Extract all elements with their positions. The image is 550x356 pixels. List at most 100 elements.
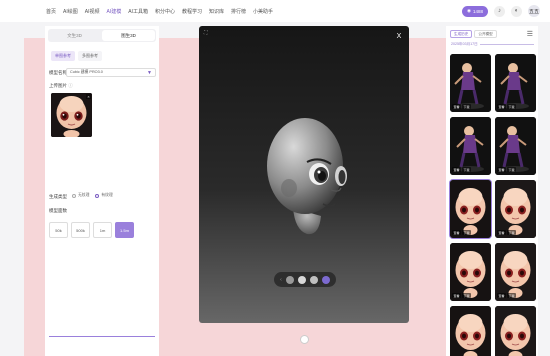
nav-item[interactable]: AI工具箱 [128,8,148,15]
reference-tabs: 单图参考 多图参考 [51,51,102,61]
remove-image-icon[interactable]: × [86,94,91,99]
radio-dot-icon [95,193,100,198]
uploaded-image-preview [51,93,92,137]
history-card[interactable]: 查看 下载 [450,117,491,175]
history-card[interactable] [450,306,491,356]
card-action-button[interactable]: 下载 [507,293,517,298]
nav-item[interactable]: 小美助手 [253,8,273,15]
card-action-button[interactable]: 下载 [462,230,472,235]
face-count-button[interactable]: 500k [71,222,90,238]
card-action-button[interactable]: 下载 [507,230,517,235]
card-action-button[interactable]: 查看 [452,293,462,298]
gen-type-radios: 无纹理 有纹理 [72,193,113,198]
card-actions: 查看 下载 [497,167,517,172]
mode-tab[interactable]: 文生3D [48,29,101,42]
reference-tab[interactable]: 单图参考 [51,51,75,61]
chevron-down-icon: ▼ [147,70,152,76]
material-swatch[interactable] [297,275,306,284]
history-card[interactable]: 查看 下载 [495,180,536,238]
material-switcher: ‹ [274,272,336,287]
face-count-label: 模型面数 [49,208,67,213]
history-card[interactable]: 查看 下载 [450,54,491,112]
card-action-button[interactable]: 下载 [462,104,472,109]
history-card[interactable]: 查看 下载 [449,179,492,239]
card-actions: 查看 下载 [452,293,472,298]
card-action-button[interactable]: 查看 [497,167,507,172]
card-actions: 查看 下载 [452,230,472,235]
gen-type-label-text: 有纹理 [101,193,113,197]
card-actions: 查看 下载 [497,230,517,235]
model-viewer[interactable]: ⛶ X ‹ [199,26,409,323]
nav-item[interactable]: AI视频 [85,8,100,15]
mode-tab[interactable]: 图生3D [102,30,155,41]
nav-item[interactable]: 首页 [46,8,56,15]
history-tabs: 生成历史 公开模型 [450,30,497,38]
model-select[interactable]: Cubic 建模 PRO3.0 ▼ [66,68,156,77]
grid-row: 查看 下载 查看 下载 [449,179,536,239]
card-action-button[interactable]: 查看 [452,104,462,109]
nav-item[interactable]: AI绘图 [63,8,78,15]
card-action-button[interactable]: 下载 [462,167,472,172]
history-card[interactable]: 查看 下载 [495,243,536,301]
nav-item[interactable]: 教程学习 [182,8,202,15]
loading-indicator-icon [300,335,309,344]
history-grid: 查看 下载 查看 下载 查看 下载 查看 下载 查看 下载 查看 下载 查看 下… [449,54,536,356]
nav-item[interactable]: AI建模 [106,8,121,15]
material-swatch[interactable] [321,275,330,284]
gen-type-label-text: 无纹理 [78,193,90,197]
bell-icon[interactable]: ♪ [494,5,505,17]
face-count-button[interactable]: 1m [93,222,112,238]
card-actions: 查看 下载 [452,167,472,172]
grid-row: 查看 下载 查看 下载 [450,117,536,175]
radio-dot-icon [72,193,76,198]
mode-tabs: 文生3D 图生3D [48,29,156,42]
card-actions: 查看 下载 [497,104,517,109]
uploaded-image[interactable]: × [51,93,92,137]
card-action-button[interactable]: 下载 [507,167,517,172]
nav-item[interactable]: 知识库 [209,8,224,15]
nav-item[interactable]: 积分中心 [155,8,175,15]
card-actions: 查看 下载 [497,293,517,298]
card-action-button[interactable]: 查看 [497,104,507,109]
expand-icon[interactable]: ⛶ [204,30,212,38]
card-action-button[interactable]: 查看 [497,230,507,235]
history-tab[interactable]: 生成历史 [450,30,473,38]
app-root: 首页 AI绘图 AI视频 AI建模 AI工具箱 积分中心 教程学习 知识库 排行榜 小美助手 ◉ … [0,0,550,356]
model-thumbnail [450,306,491,356]
nav-menu: 首页 AI绘图 AI视频 AI建模 AI工具箱 积分中心 教程学习 知识库 排行榜 小美助手 [46,8,280,15]
reference-tab[interactable]: 多图参考 [78,51,102,61]
history-card[interactable]: 查看 下载 [495,54,536,112]
divider [480,44,534,45]
card-action-button[interactable]: 下载 [462,293,472,298]
card-action-button[interactable]: 查看 [497,293,507,298]
face-count-options: 50k 500k 1m 1.5m [49,222,134,238]
arrow-left-icon[interactable]: ‹ [280,277,282,283]
close-icon[interactable]: X [395,32,403,40]
history-card[interactable]: 查看 下载 [450,243,491,301]
card-action-button[interactable]: 查看 [452,167,462,172]
history-date-label: 2025年03月17日 [451,42,478,46]
upload-label: 上传图片 ⓘ [49,83,73,89]
nav-item[interactable]: 排行榜 [231,8,246,15]
history-tab[interactable]: 公开模型 [474,30,497,38]
history-panel: 生成历史 公开模型 ☰ 2025年03月17日 查看 下载 查看 下载 查看 下载 查看… [446,26,538,356]
card-action-button[interactable]: 查看 [452,230,462,235]
card-action-button[interactable]: 下载 [507,104,517,109]
material-swatch[interactable] [285,275,294,284]
card-actions: 查看 下载 [452,104,472,109]
theme-icon[interactable]: ◐ [511,5,522,17]
gen-type-option[interactable]: 无纹理 [72,193,89,198]
avatar[interactable]: 五五 [528,5,540,17]
face-count-button[interactable]: 50k [49,222,68,238]
face-count-button[interactable]: 1.5m [115,222,134,238]
history-card[interactable] [495,306,536,356]
history-card[interactable]: 查看 下载 [495,117,536,175]
generate-button-edge[interactable] [49,336,155,340]
menu-icon[interactable]: ☰ [527,30,533,38]
points-badge[interactable]: ◉ 1488 [462,5,488,17]
3d-head-model[interactable] [263,108,353,238]
coin-icon: ◉ [467,8,471,13]
material-swatch[interactable] [309,275,318,284]
left-config-panel: 文生3D 图生3D 单图参考 多图参考 模型名称 Cubic 建模 PRO3.0 ▼… [45,26,159,356]
gen-type-option[interactable]: 有纹理 [95,193,113,198]
